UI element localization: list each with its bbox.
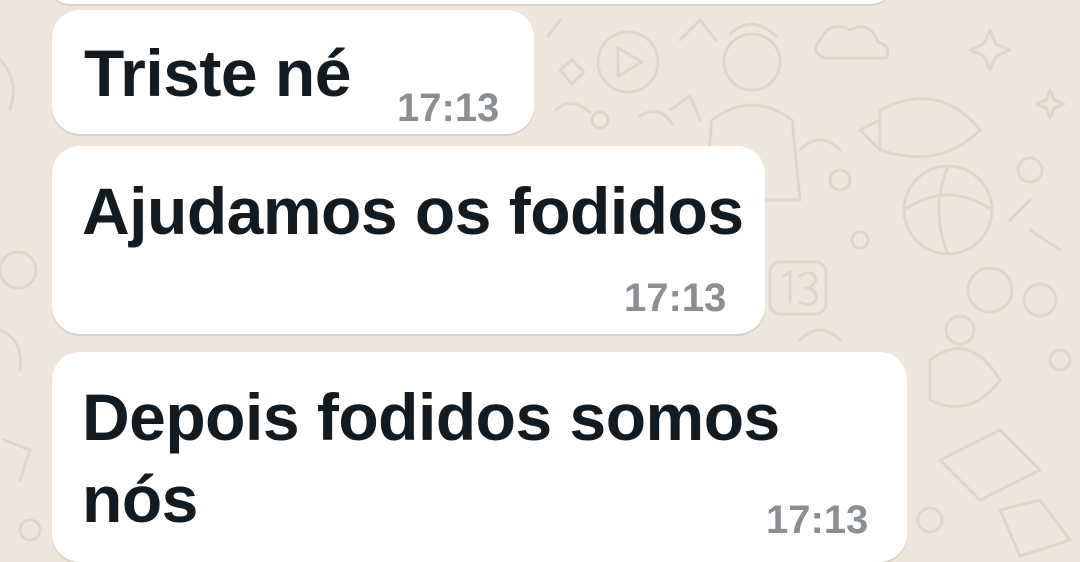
message-timestamp: 17:13 <box>624 276 727 320</box>
message-bubble[interactable]: Depois fodidos somos nós 17:13 <box>52 352 907 562</box>
message-bubble[interactable]: Triste né 17:13 <box>52 10 534 134</box>
message-text: Ajudamos os fodidos <box>82 174 744 248</box>
message-text-line: Depois fodidos somos <box>82 380 780 454</box>
message-timestamp: 17:13 <box>766 498 869 542</box>
message-text: Depois fodidos somos nós <box>82 376 780 540</box>
message-text: Triste né <box>84 36 351 110</box>
previous-message-bubble[interactable] <box>48 0 893 4</box>
message-timestamp: 17:13 <box>397 86 500 130</box>
message-bubble[interactable]: Ajudamos os fodidos 17:13 <box>52 146 765 334</box>
message-text-line: nós <box>82 462 198 536</box>
